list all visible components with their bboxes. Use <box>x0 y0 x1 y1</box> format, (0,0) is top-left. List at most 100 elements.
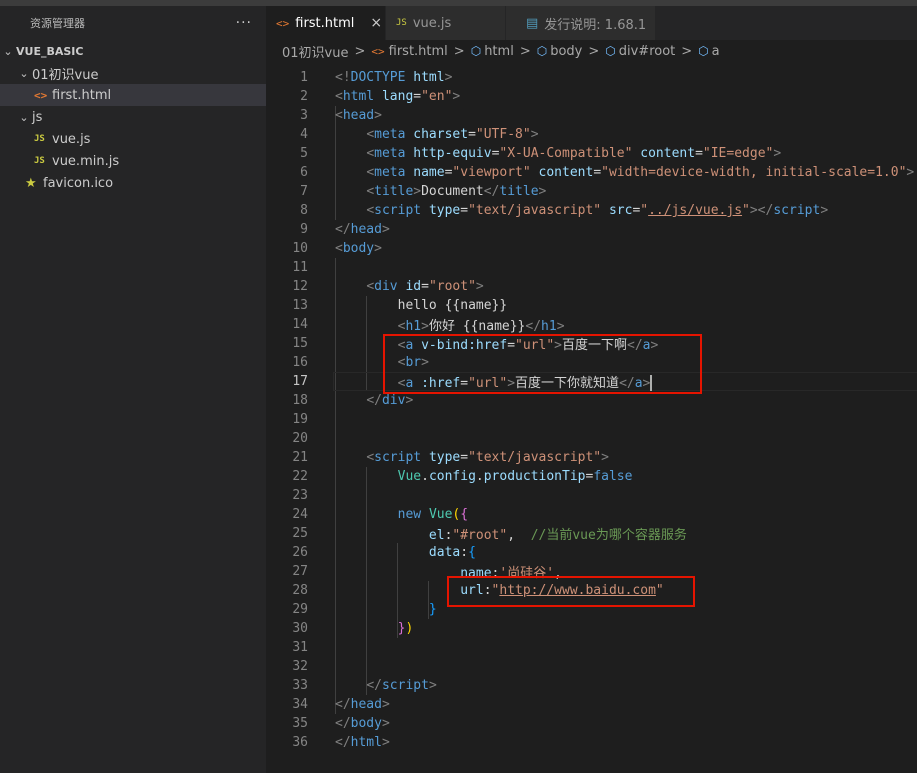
code-line: 1 <!DOCTYPE html> <box>266 68 917 87</box>
line-number: 35 <box>292 716 308 731</box>
code-line: 13 hello {{name}} <box>266 296 917 315</box>
tree-file-vue-js[interactable]: JS vue.js <box>0 128 266 150</box>
line-number: 34 <box>292 697 308 712</box>
code-line: 8 <script type="text/javascript" src="..… <box>266 201 917 220</box>
code-line: 20 <box>266 429 917 448</box>
code-line: 5 <meta http-equiv="X-UA-Compatible" con… <box>266 144 917 163</box>
line-number: 9 <box>300 222 308 237</box>
breadcrumb-item[interactable]: html <box>484 44 514 59</box>
explorer-header: 资源管理器 ··· <box>0 6 266 40</box>
line-number: 23 <box>292 488 308 503</box>
code-line: 22 Vue.config.productionTip=false <box>266 467 917 486</box>
line-number: 6 <box>300 165 308 180</box>
tab-bar: <> first.html × JS vue.js ▤ 发行说明: 1.68.1 <box>266 6 917 40</box>
tab-label: first.html <box>295 15 355 31</box>
line-number: 19 <box>292 412 308 427</box>
breadcrumb: 01初识vue > <> first.html > ⬡ html > ⬡ bod… <box>266 40 917 62</box>
code-line: 14 <h1>你好 {{name}}</h1> <box>266 315 917 334</box>
close-icon[interactable]: × <box>370 15 382 31</box>
line-number: 7 <box>300 184 308 199</box>
explorer-title: 资源管理器 <box>30 17 85 30</box>
code-line: 34 </head> <box>266 695 917 714</box>
tree-folder-01[interactable]: ⌄ 01初识vue <box>0 62 266 84</box>
breadcrumb-item[interactable]: a <box>712 44 720 59</box>
breadcrumb-separator: > <box>519 43 531 59</box>
code-editor[interactable]: 1 <!DOCTYPE html> 2 <html lang="en"> 3 <hea… <box>266 68 917 752</box>
breadcrumb-separator: > <box>588 43 600 59</box>
code-line: 33 </script> <box>266 676 917 695</box>
html-file-icon: <> <box>276 16 290 30</box>
breadcrumb-item[interactable]: div#root <box>619 44 676 59</box>
line-number: 2 <box>300 89 308 104</box>
tab-release-notes[interactable]: ▤ 发行说明: 1.68.1 <box>506 6 656 40</box>
breadcrumb-item[interactable]: first.html <box>389 44 448 59</box>
code-line: 32 <box>266 657 917 676</box>
symbol-icon: ⬡ <box>698 44 709 58</box>
code-line: 21 <script type="text/javascript"> <box>266 448 917 467</box>
line-number: 14 <box>292 317 308 332</box>
tree-file-label: first.html <box>52 87 112 103</box>
line-number: 16 <box>292 355 308 370</box>
tree-file-label: vue.min.js <box>52 153 120 169</box>
tree-root-vue-basic[interactable]: ⌄ VUE_BASIC <box>0 40 266 62</box>
code-line: 19 <box>266 410 917 429</box>
js-file-icon: JS <box>34 134 45 144</box>
line-number: 13 <box>292 298 308 313</box>
line-number: 3 <box>300 108 308 123</box>
script-src-link[interactable]: ../js/vue.js <box>648 203 742 218</box>
line-number: 27 <box>292 564 308 579</box>
breadcrumb-item[interactable]: body <box>550 44 582 59</box>
line-number: 30 <box>292 621 308 636</box>
line-number: 1 <box>300 70 308 85</box>
chevron-down-icon: ⌄ <box>3 44 13 58</box>
js-file-icon: JS <box>396 18 407 28</box>
tree-file-label: vue.js <box>52 131 91 147</box>
tree-root-label: VUE_BASIC <box>16 44 84 58</box>
html-file-icon: <> <box>371 44 385 58</box>
code-line: 31 <box>266 638 917 657</box>
explorer-sidebar: 资源管理器 ··· ⌄ VUE_BASIC ⌄ 01初识vue <> first… <box>0 6 266 773</box>
code-line: 35 </body> <box>266 714 917 733</box>
tree-folder-label: 01初识vue <box>32 67 99 83</box>
line-number: 11 <box>292 260 308 275</box>
more-actions-icon[interactable]: ··· <box>236 15 252 31</box>
code-line: 24 new Vue({ <box>266 505 917 524</box>
tree-file-first-html[interactable]: <> first.html <box>0 84 266 106</box>
breadcrumb-item[interactable]: 01初识vue <box>282 42 348 61</box>
line-number: 33 <box>292 678 308 693</box>
preview-icon: ▤ <box>526 15 539 31</box>
code-line: 36 </html> <box>266 733 917 752</box>
line-number: 24 <box>292 507 308 522</box>
tree-file-vue-min-js[interactable]: JS vue.min.js <box>0 150 266 172</box>
html-file-icon: <> <box>34 88 48 102</box>
line-number: 18 <box>292 393 308 408</box>
line-number: 36 <box>292 735 308 750</box>
line-number: 4 <box>300 127 308 142</box>
js-file-icon: JS <box>34 156 45 166</box>
tree-file-label: favicon.ico <box>43 175 114 191</box>
line-number: 12 <box>292 279 308 294</box>
line-number: 8 <box>300 203 308 218</box>
code-line: 7 <title>Document</title> <box>266 182 917 201</box>
tree-file-favicon[interactable]: ★ favicon.ico <box>0 172 266 194</box>
star-icon: ★ <box>25 175 37 191</box>
line-number: 26 <box>292 545 308 560</box>
code-line: 4 <meta charset="UTF-8"> <box>266 125 917 144</box>
code-line: 12 <div id="root"> <box>266 277 917 296</box>
line-number: 15 <box>292 336 308 351</box>
line-number: 17 <box>292 374 308 389</box>
tree-folder-js[interactable]: ⌄ js <box>0 106 266 128</box>
annotation-box-anchors <box>383 334 702 394</box>
tab-vue-js[interactable]: JS vue.js <box>386 6 506 40</box>
code-line: 26 data:{ <box>266 543 917 562</box>
code-line: 6 <meta name="viewport" content="width=d… <box>266 163 917 182</box>
breadcrumb-separator: > <box>453 43 465 59</box>
line-number: 5 <box>300 146 308 161</box>
code-line: 3 <head> <box>266 106 917 125</box>
line-number: 31 <box>292 640 308 655</box>
editor-area: <> first.html × JS vue.js ▤ 发行说明: 1.68.1… <box>266 6 917 773</box>
code-line: 9 </head> <box>266 220 917 239</box>
code-line: 10 <body> <box>266 239 917 258</box>
code-line: 23 <box>266 486 917 505</box>
tab-first-html[interactable]: <> first.html × <box>266 6 386 40</box>
